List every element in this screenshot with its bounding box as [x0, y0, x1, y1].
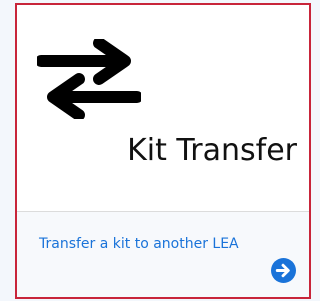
arrow-right-circle-icon[interactable]: [271, 258, 296, 283]
card-header: Kit Transfer: [17, 5, 309, 212]
transfer-kit-link[interactable]: Transfer a kit to another LEA: [39, 236, 239, 252]
card-title: Kit Transfer: [127, 133, 297, 168]
card-footer: Transfer a kit to another LEA: [17, 212, 309, 297]
kit-transfer-card[interactable]: Kit Transfer Transfer a kit to another L…: [15, 3, 311, 299]
swap-arrows-icon: [37, 39, 141, 119]
